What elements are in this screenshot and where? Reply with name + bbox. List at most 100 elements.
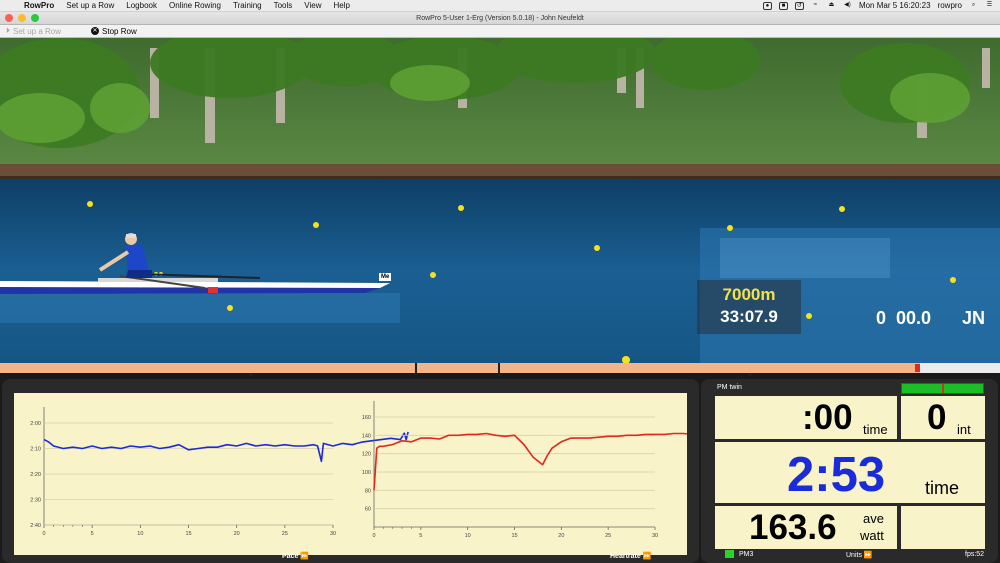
heartrate-chart-x-tick-label: 10 <box>465 533 471 539</box>
interval-count-value: 0 <box>927 398 947 437</box>
toolbar: ⏵ Set up a Row ✕ Stop Row <box>0 25 1000 38</box>
pace-chart-y-tick-label: 2:00 <box>30 421 41 427</box>
heartrate-chart-y-tick-label: 120 <box>362 452 371 458</box>
heartrate-chart-y-tick-label: 60 <box>365 507 371 513</box>
pace-chart-y-tick-label: 2:20 <box>30 472 41 478</box>
set-up-a-row-label: Set up a Row <box>13 26 62 36</box>
progress-end-marker <box>915 364 920 372</box>
heartrate-chart-x-tick-label: 5 <box>419 533 422 539</box>
menu-logbook[interactable]: Logbook <box>120 1 163 10</box>
search-icon[interactable]: ⌕ <box>969 2 978 10</box>
play-icon: ⏵ <box>6 26 10 35</box>
menu-set-up-a-row[interactable]: Set up a Row <box>60 1 120 10</box>
heartrate-chart-series-line <box>373 425 759 491</box>
scene-graphic <box>0 38 1000 363</box>
progress-marker-b <box>498 363 500 373</box>
pm3-label: PM3 <box>739 551 754 558</box>
time-machine-icon[interactable]: ↺ <box>794 1 804 10</box>
interval-count-cell: 0 int <box>901 396 985 439</box>
heartrate-chart-y-tick-label: 140 <box>362 433 371 439</box>
menu-tools[interactable]: Tools <box>268 1 299 10</box>
pm3-status-indicator <box>725 550 734 558</box>
window-title: RowPro 5-User 1-Erg (Version 5.0.18) - J… <box>416 15 584 22</box>
pace-chart-x-tick-label: 25 <box>282 531 288 537</box>
pm-level-bar <box>901 383 984 394</box>
race-progress-bar <box>0 363 1000 373</box>
distance-readout: 7000m <box>722 285 776 304</box>
watt-cell: 163.6 ave watt <box>715 506 897 549</box>
heartrate-chart-x-tick-label: 20 <box>558 533 564 539</box>
stop-row-button[interactable]: ✕ Stop Row <box>85 27 143 36</box>
pace-chart-x-tick-label: 20 <box>234 531 240 537</box>
pace-chart-x-tick-label: 0 <box>42 531 45 537</box>
volume-icon[interactable]: ◀) <box>843 2 852 10</box>
record-status-icon[interactable]: ● <box>762 1 772 10</box>
graphs-svg: 2:002:102:202:302:400 5 10 15 20 25 3016014012… <box>30 401 759 539</box>
heartrate-chart-y-tick-label: 100 <box>362 470 371 476</box>
watt-label: watt <box>860 528 884 543</box>
pm-monitor: PM twin :00 time 0 int 2:53 time 163.6 a… <box>701 379 998 563</box>
pace-chart-y-tick-label: 2:30 <box>30 498 41 504</box>
fast-forward-icon: ⏩ <box>863 552 873 559</box>
heartrate-chart-x-tick-label: 15 <box>511 533 517 539</box>
units-selector[interactable]: Units ⏩ <box>846 551 873 559</box>
pace-chart-y-tick-label: 2:10 <box>30 447 41 453</box>
menu-rowpro[interactable]: RowPro <box>18 1 60 10</box>
heartrate-chart-y-tick-label: 80 <box>365 488 371 494</box>
menu-training[interactable]: Training <box>227 1 268 10</box>
set-up-a-row-button[interactable]: ⏵ Set up a Row <box>0 26 67 36</box>
pace-chart-series-line <box>43 431 409 463</box>
heartrate-graph-label: Heartrate <box>610 553 641 560</box>
boat-name-tag: Me <box>379 273 392 281</box>
heartrate-graph-selector[interactable]: Heartrate ⏩ <box>610 552 651 560</box>
average-watt-value: 163.6 <box>749 508 837 547</box>
minimize-window-button[interactable] <box>18 14 26 22</box>
pace-chart-x-tick-label: 15 <box>185 531 191 537</box>
heartrate-chart-x-tick-label: 25 <box>605 533 611 539</box>
menu-bar: RowPro Set up a Row Logbook Online Rowin… <box>0 0 1000 12</box>
stop-icon: ✕ <box>91 27 100 35</box>
pace-graph-label: Pace <box>282 553 299 560</box>
wifi-icon[interactable]: ≈ <box>811 2 820 10</box>
fast-forward-icon: ⏩ <box>642 553 652 560</box>
progress-marker-a <box>415 363 417 373</box>
menu-view[interactable]: View <box>298 1 327 10</box>
menu-help[interactable]: Help <box>328 1 356 10</box>
pace-chart-x-tick-label: 30 <box>330 531 336 537</box>
rowing-scene: Me 7000m 33:07.9 0 00.0 JN <box>0 38 1000 363</box>
menubar-clock[interactable]: Mon Mar 5 16:20:23 <box>859 1 931 10</box>
pace-cell: 2:53 time <box>715 442 985 503</box>
fps-readout: fps:52 <box>965 551 985 558</box>
zoom-window-button[interactable] <box>31 14 39 22</box>
interval-time-cell: :00 time <box>715 396 897 439</box>
interval-count-unit: int <box>957 422 971 437</box>
eject-icon[interactable]: ⏏ <box>827 2 836 10</box>
pace-value: 2:53 <box>787 448 886 502</box>
pace-graph-selector[interactable]: Pace ⏩ <box>282 552 309 560</box>
interval-time-unit: time <box>863 422 888 437</box>
heartrate-chart-y-tick-label: 160 <box>362 415 371 421</box>
graph-panel: 2:00 2:10 2:20 2:30 2:40 0 5 10 15 20 25 30 160 140 12… <box>14 393 759 555</box>
bottom-panel: 2:00 2:10 2:20 2:30 2:40 0 5 10 15 20 25 30 160 140 12… <box>0 376 1000 563</box>
close-window-button[interactable] <box>5 14 13 22</box>
pm-footer: PM3 Units ⏩ fps:52 <box>701 549 998 561</box>
pace-unit: time <box>925 478 960 498</box>
units-label: Units <box>846 552 862 559</box>
pace-chart-x-tick-label: 5 <box>91 531 94 537</box>
graphs-frame: 2:00 2:10 2:20 2:30 2:40 0 5 10 15 20 25 30 160 140 12… <box>2 379 759 563</box>
fast-forward-icon: ⏩ <box>300 553 310 560</box>
score-readout: 0 00.0 <box>876 308 932 328</box>
menu-online-rowing[interactable]: Online Rowing <box>163 1 227 10</box>
heartrate-chart-x-tick-label: 0 <box>372 533 375 539</box>
empty-cell <box>901 506 985 549</box>
pace-chart-x-tick-label: 10 <box>137 531 143 537</box>
heartrate-chart-x-tick-label: 30 <box>652 533 658 539</box>
race-readout: 7000m 33:07.9 <box>697 280 801 334</box>
menubar-user[interactable]: rowpro <box>938 1 962 10</box>
rower-initials: JN <box>962 308 986 328</box>
app-status-icon[interactable]: ■ <box>778 1 788 10</box>
notification-center-icon[interactable]: ☰ <box>985 2 994 10</box>
graph-footer: Pace ⏩ Heartrate ⏩ <box>2 550 699 562</box>
pm-title: PM twin <box>717 384 742 391</box>
pace-chart-y-tick-label: 2:40 <box>30 523 41 529</box>
